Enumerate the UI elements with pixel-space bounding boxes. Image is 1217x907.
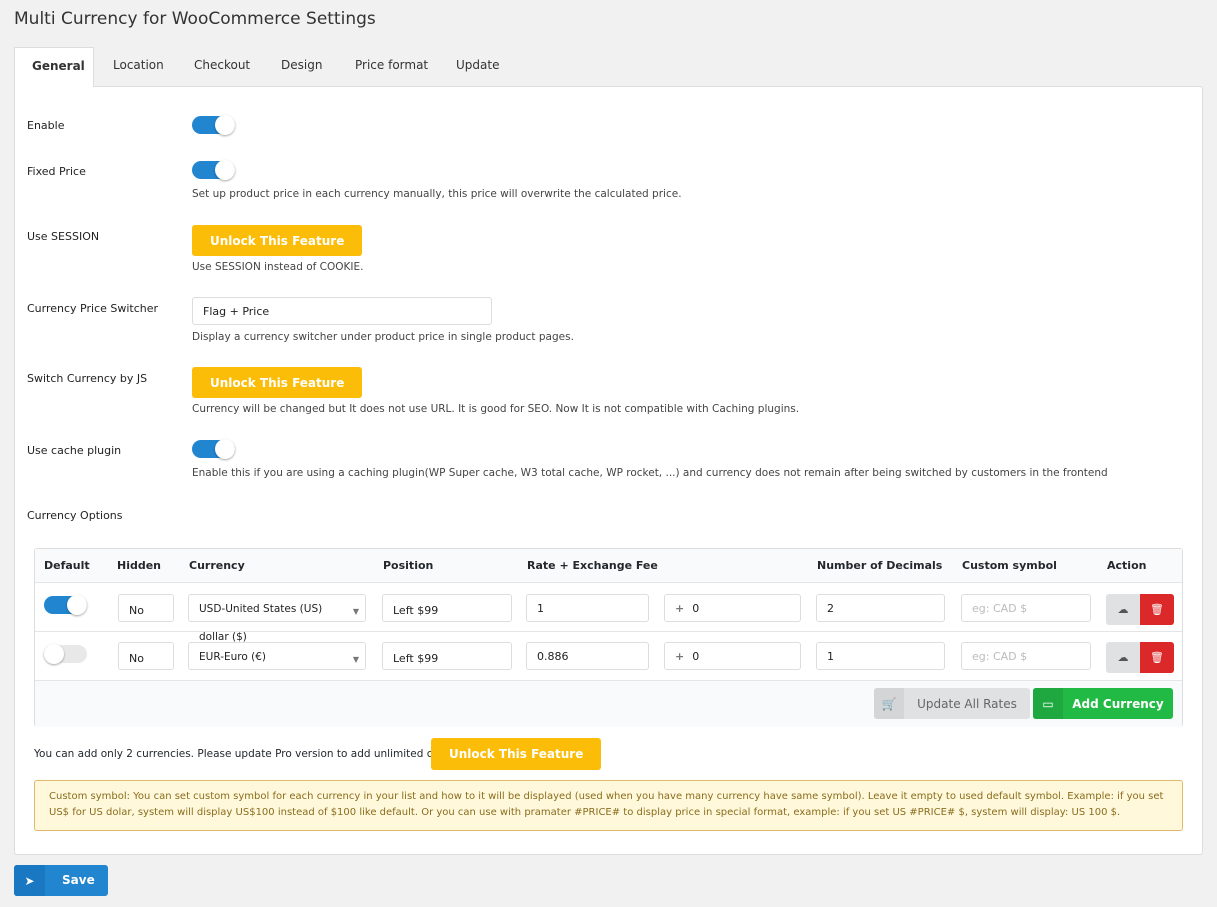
plus-icon: + — [675, 650, 685, 663]
update-all-rates-button[interactable]: 🛒 Update All Rates — [874, 688, 1030, 719]
use-session-label: Use SESSION — [27, 230, 100, 243]
hidden-select[interactable]: No — [118, 594, 174, 622]
unlock-session-button[interactable]: Unlock This Feature — [192, 225, 363, 256]
add-currency-label: Add Currency — [1072, 696, 1164, 711]
fee-value: 0 — [692, 602, 700, 615]
th-symbol: Custom symbol — [962, 559, 1057, 572]
decimals-input[interactable]: 1 — [816, 642, 945, 670]
cart-icon: 🛒 — [874, 688, 904, 719]
default-toggle[interactable] — [44, 644, 87, 664]
currency-value: EUR-Euro (€) — [199, 651, 266, 663]
currency-options-label: Currency Options — [27, 509, 123, 522]
currency-select[interactable]: USD-United States (US) dollar ($) ▼ — [188, 594, 366, 643]
cache-plugin-label: Use cache plugin — [27, 444, 122, 457]
position-select[interactable]: Left $99 — [382, 594, 512, 622]
fee-input[interactable]: +0 — [664, 594, 801, 622]
custom-symbol-input[interactable]: eg: CAD $ — [961, 642, 1091, 670]
cloud-download-icon[interactable]: ☁ — [1106, 642, 1140, 673]
th-currency: Currency — [189, 559, 245, 572]
currency-select[interactable]: EUR-Euro (€) ▼ — [188, 642, 366, 670]
price-switcher-desc: Display a currency switcher under produc… — [192, 331, 574, 343]
tab-update[interactable]: Update — [439, 47, 516, 87]
position-select[interactable]: Left $99 — [382, 642, 512, 670]
tab-checkout[interactable]: Checkout — [177, 47, 267, 87]
caret-down-icon: ▼ — [352, 607, 359, 616]
th-decimals: Number of Decimals — [817, 559, 943, 572]
paper-plane-icon: ➤ — [14, 865, 45, 896]
unlock-currencies-button[interactable]: Unlock This Feature — [431, 738, 602, 770]
switch-js-desc: Currency will be changed but It does not… — [192, 403, 800, 415]
default-toggle[interactable] — [44, 595, 87, 615]
th-position: Position — [383, 559, 434, 572]
table-footer: 🛒 Update All Rates ▭ Add Currency — [35, 681, 1182, 727]
hidden-select[interactable]: No — [118, 642, 174, 670]
tab-design[interactable]: Design — [264, 47, 339, 87]
rate-input[interactable]: 1 — [526, 594, 649, 622]
table-row: No USD-United States (US) dollar ($) ▼ Le… — [35, 583, 1182, 643]
fixed-price-desc: Set up product price in each currency ma… — [192, 188, 682, 200]
page-title: Multi Currency for WooCommerce Settings — [14, 9, 376, 29]
th-default: Default — [44, 559, 90, 572]
price-switcher-select[interactable]: Flag + Price — [192, 297, 492, 325]
tab-price-format[interactable]: Price format — [338, 47, 445, 87]
custom-symbol-input[interactable]: eg: CAD $ — [961, 594, 1091, 622]
tab-location[interactable]: Location — [96, 47, 181, 87]
custom-symbol-note: Custom symbol: You can set custom symbol… — [34, 780, 1183, 831]
decimals-input[interactable]: 2 — [816, 594, 945, 622]
use-session-desc: Use SESSION instead of COOKIE. — [192, 261, 364, 273]
money-icon: ▭ — [1033, 688, 1063, 719]
save-button[interactable]: ➤ Save — [14, 865, 108, 896]
plus-icon: + — [675, 602, 685, 615]
tab-general[interactable]: General — [14, 47, 94, 87]
currency-table: Default Hidden Currency Position Rate + … — [34, 548, 1183, 727]
fixed-price-toggle[interactable] — [192, 160, 235, 180]
enable-label: Enable — [27, 119, 65, 132]
save-label: Save — [62, 873, 95, 887]
fee-value: 0 — [692, 650, 700, 663]
trash-icon[interactable]: 🗑 — [1140, 642, 1174, 673]
th-hidden: Hidden — [117, 559, 162, 572]
caret-down-icon: ▼ — [352, 655, 359, 664]
th-rate: Rate + Exchange Fee — [527, 559, 658, 572]
cloud-download-icon[interactable]: ☁ — [1106, 594, 1140, 625]
enable-toggle[interactable] — [192, 115, 235, 135]
trash-icon[interactable]: 🗑 — [1140, 594, 1174, 625]
table-row: No EUR-Euro (€) ▼ Left $99 0.886 +0 1 eg:… — [35, 632, 1182, 681]
switch-js-label: Switch Currency by JS — [27, 372, 148, 385]
price-switcher-label: Currency Price Switcher — [27, 302, 159, 315]
table-header: Default Hidden Currency Position Rate + … — [35, 549, 1182, 583]
rate-input[interactable]: 0.886 — [526, 642, 649, 670]
add-currency-button[interactable]: ▭ Add Currency — [1033, 688, 1173, 719]
unlock-js-button[interactable]: Unlock This Feature — [192, 367, 363, 398]
fixed-price-label: Fixed Price — [27, 165, 86, 178]
fee-input[interactable]: +0 — [664, 642, 801, 670]
cache-plugin-toggle[interactable] — [192, 439, 235, 459]
limit-text: You can add only 2 currencies. Please up… — [34, 748, 485, 760]
th-action: Action — [1107, 559, 1147, 572]
cache-plugin-desc: Enable this if you are using a caching p… — [192, 467, 1108, 479]
update-all-rates-label: Update All Rates — [917, 696, 1017, 711]
